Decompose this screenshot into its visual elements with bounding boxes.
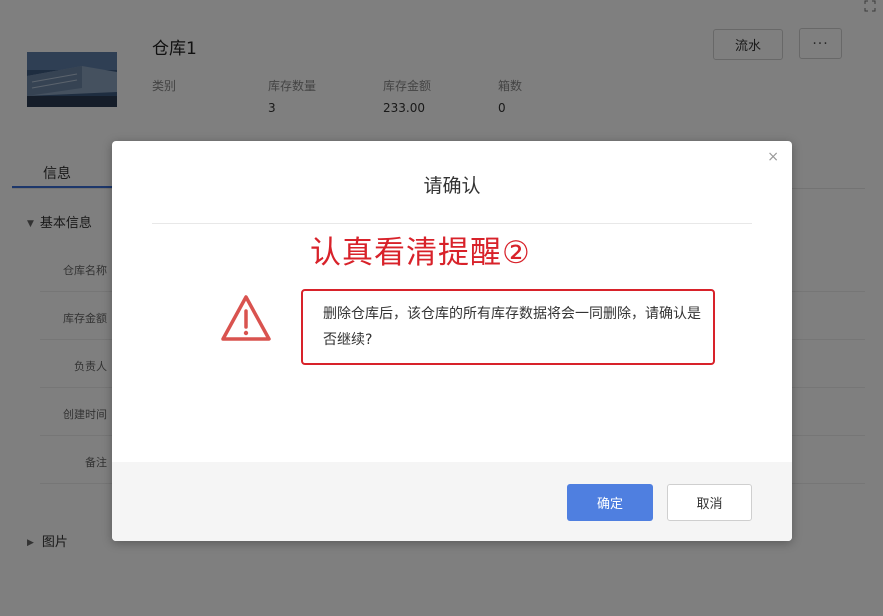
dialog-divider xyxy=(152,223,752,224)
cancel-button[interactable]: 取消 xyxy=(667,484,752,521)
warning-icon xyxy=(221,295,271,341)
close-icon[interactable]: × xyxy=(767,150,779,164)
dialog-message: 删除仓库后，该仓库的所有库存数据将会一同删除，请确认是否继续? xyxy=(323,306,701,348)
confirm-dialog: × 请确认 认真看清提醒② 删除仓库后，该仓库的所有库存数据将会一同删除，请确认… xyxy=(112,141,792,541)
annotation-highlight-box: 删除仓库后，该仓库的所有库存数据将会一同删除，请确认是否继续? xyxy=(301,289,715,365)
annotation-label: 认真看清提醒② xyxy=(310,235,531,271)
confirm-button[interactable]: 确定 xyxy=(567,484,653,521)
dialog-title: 请确认 xyxy=(423,175,481,197)
